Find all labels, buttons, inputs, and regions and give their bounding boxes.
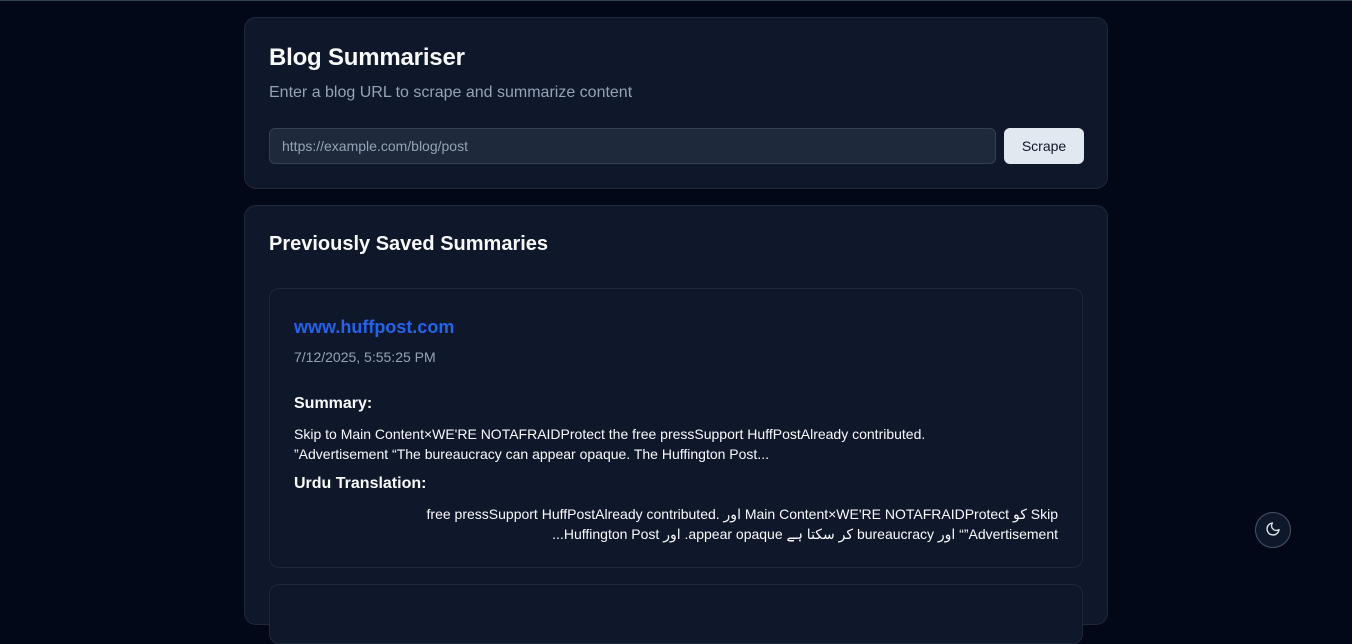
moon-icon xyxy=(1265,521,1281,540)
top-border xyxy=(0,0,1352,1)
url-input[interactable] xyxy=(269,128,996,164)
urdu-translation-text: Skip کو Main Content×WE'RE NOTAFRAIDProt… xyxy=(426,506,1058,542)
summary-item xyxy=(269,584,1083,644)
summary-date: 7/12/2025, 5:55:25 PM xyxy=(294,349,436,365)
theme-toggle-button[interactable] xyxy=(1255,512,1291,548)
page-title: Blog Summariser xyxy=(269,44,465,71)
saved-summaries-card: Previously Saved Summaries www.huffpost.… xyxy=(244,205,1108,644)
summary-item: www.huffpost.com 7/12/2025, 5:55:25 PM S… xyxy=(269,288,1083,568)
summary-label: Summary: xyxy=(294,395,373,412)
scrape-button[interactable]: Scrape xyxy=(1004,128,1084,164)
page-subtitle: Enter a blog URL to scrape and summarize… xyxy=(269,84,633,101)
summary-text: Skip to Main Content×WE'RE NOTAFRAIDProt… xyxy=(294,426,926,462)
summary-site-link[interactable]: www.huffpost.com xyxy=(294,317,454,338)
scrape-card: Blog Summariser Enter a blog URL to scra… xyxy=(244,17,1108,189)
saved-summaries-title: Previously Saved Summaries xyxy=(269,233,549,255)
urdu-translation-label: Urdu Translation: xyxy=(294,475,427,492)
